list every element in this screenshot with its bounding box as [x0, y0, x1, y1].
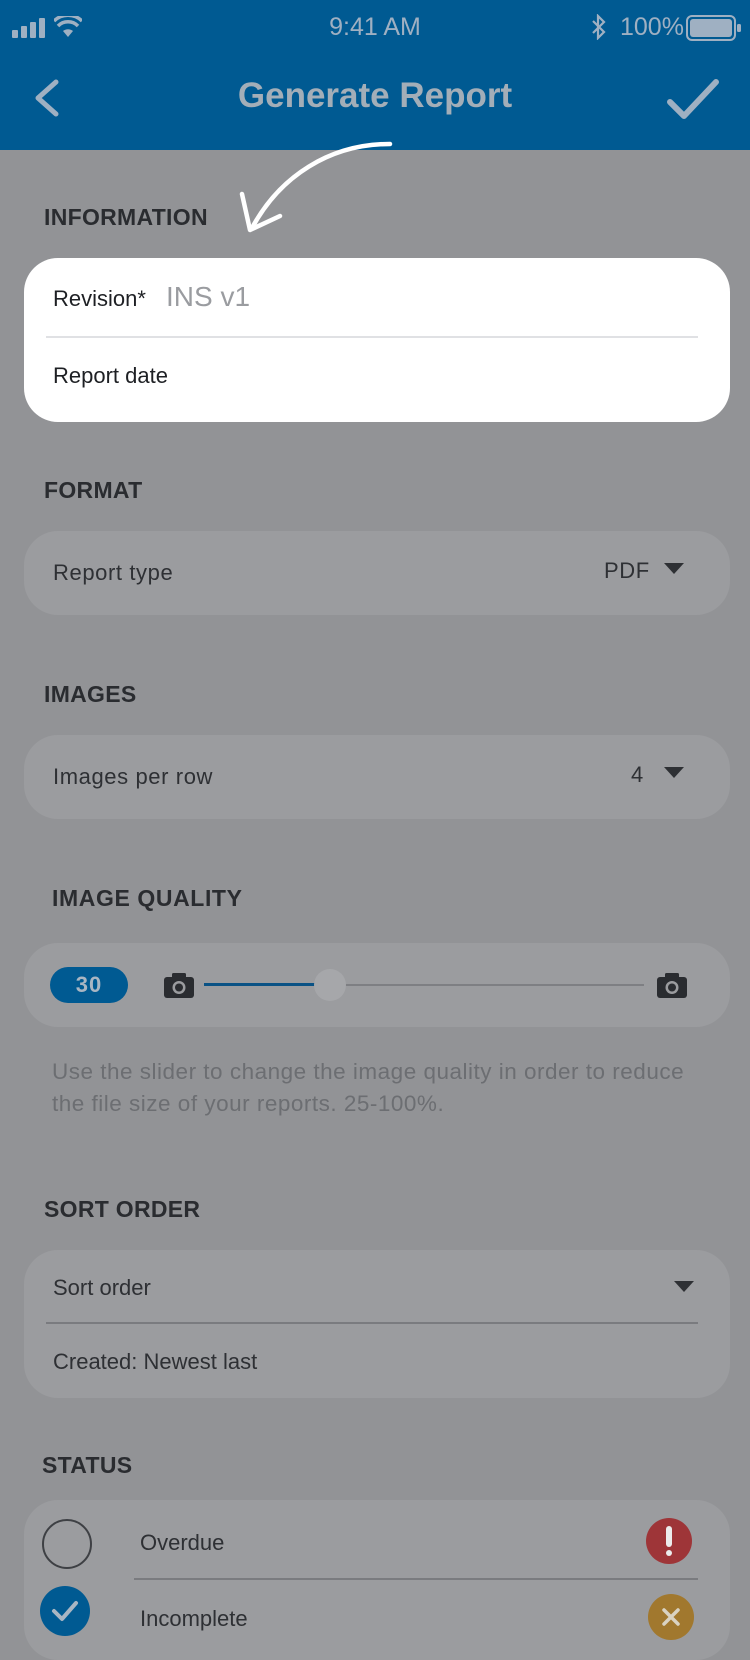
- divider: [134, 1578, 698, 1580]
- section-information: INFORMATION: [44, 204, 208, 230]
- report-type-label: Report type: [53, 560, 174, 585]
- status-label-incomplete: Incomplete: [140, 1606, 248, 1631]
- checkmark-icon: [52, 1601, 78, 1621]
- section-images: IMAGES: [44, 681, 137, 707]
- exclamation-icon: [646, 1518, 692, 1564]
- quality-help-text: Use the slider to change the image quali…: [52, 1059, 685, 1116]
- chevron-down-icon: [664, 767, 684, 778]
- quality-value: 30: [75, 972, 103, 997]
- divider: [46, 336, 698, 338]
- image-quality-card: 30: [24, 943, 730, 1027]
- images-per-row-value: 4: [631, 762, 644, 787]
- revision-label: Revision*: [53, 286, 146, 311]
- status-label-overdue: Overdue: [140, 1530, 225, 1555]
- incomplete-checkbox[interactable]: [40, 1586, 90, 1636]
- chevron-down-icon: [664, 563, 684, 574]
- battery-percent: 100%: [620, 13, 684, 41]
- images-per-row-select[interactable]: Images per row 4: [24, 735, 730, 819]
- chevron-down-icon[interactable]: [674, 1281, 694, 1292]
- images-per-row-label: Images per row: [53, 764, 214, 789]
- camera-icon: [657, 973, 687, 998]
- report-date-field[interactable]: Report date: [53, 363, 168, 389]
- overdue-checkbox[interactable]: [42, 1519, 92, 1569]
- quality-slider-thumb[interactable]: [314, 969, 346, 1001]
- report-type-value: PDF: [604, 558, 650, 583]
- report-type-select[interactable]: Report type PDF: [24, 531, 730, 615]
- bluetooth-icon: [592, 14, 606, 40]
- section-status: STATUS: [42, 1452, 133, 1478]
- quality-slider-fill: [204, 983, 330, 986]
- section-sort-order: SORT ORDER: [44, 1196, 201, 1222]
- hint-arrow-icon: [239, 141, 393, 233]
- section-image-quality: IMAGE QUALITY: [52, 885, 243, 911]
- sort-order-label: Sort order: [53, 1275, 151, 1300]
- information-card: Revision* INS v1 Report date: [24, 258, 730, 422]
- quality-badge: 30: [50, 967, 128, 1003]
- divider: [46, 1322, 698, 1324]
- status-card: Overdue Incomplete: [24, 1500, 730, 1660]
- sort-order-card: Sort order Created: Newest last: [24, 1250, 730, 1398]
- revision-input[interactable]: INS v1: [166, 281, 250, 313]
- status-bar: 9:41 AM 100%: [0, 0, 750, 56]
- battery-icon: [686, 15, 741, 41]
- sort-order-select[interactable]: Created: Newest last: [53, 1349, 257, 1375]
- section-format: FORMAT: [44, 477, 143, 503]
- page-title: Generate Report: [237, 76, 513, 115]
- camera-icon: [164, 973, 194, 998]
- close-icon: [648, 1594, 694, 1640]
- checkmark-icon[interactable]: [666, 76, 720, 124]
